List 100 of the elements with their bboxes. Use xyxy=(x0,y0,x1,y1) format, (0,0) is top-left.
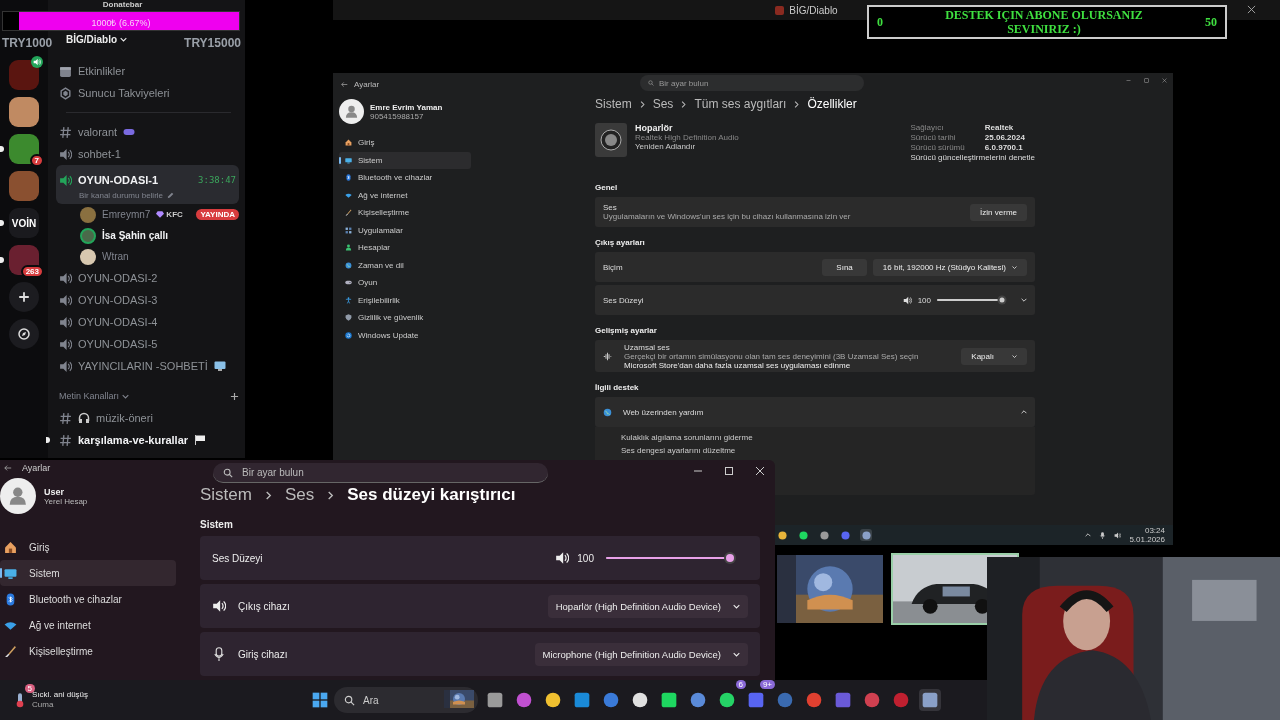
taskbar-app[interactable] xyxy=(860,529,872,541)
info-label: Sürücü tarihi xyxy=(910,133,957,143)
call-duration: 3:38:47 xyxy=(198,175,236,185)
nav-item[interactable]: Hesaplar xyxy=(339,239,471,257)
breadcrumb-item[interactable]: Ses xyxy=(284,485,315,505)
help-expander[interactable]: Web üzerinden yardım xyxy=(595,397,1035,427)
goal-message: DESTEK IÇIN ABONE OLURSANIZ SEVINIRIZ :) xyxy=(944,8,1144,36)
close-icon[interactable] xyxy=(755,466,765,476)
channel-name[interactable]: YAYINCILARIN -SOHBETİ xyxy=(78,360,208,372)
close-icon[interactable] xyxy=(1247,5,1256,14)
server-icon[interactable]: VOİN xyxy=(9,208,39,238)
deny-button[interactable]: İzin verme xyxy=(970,203,1027,221)
channel-name[interactable]: OYUN-ODASI-2 xyxy=(78,272,158,284)
channel-name[interactable]: valorant xyxy=(78,126,118,138)
nav-item[interactable]: Erişilebilirlik xyxy=(339,291,471,309)
explore-button[interactable] xyxy=(9,319,39,349)
nav-item[interactable]: Ağ ve internet xyxy=(0,612,176,638)
person-icon xyxy=(345,244,352,252)
test-button[interactable]: Sına xyxy=(822,258,867,276)
windows-start-icon[interactable] xyxy=(312,692,328,708)
add-icon[interactable] xyxy=(230,391,239,401)
weather-title: Sıckl. ani düşüş xyxy=(32,690,89,700)
microphone-icon[interactable] xyxy=(1099,531,1107,539)
server-name[interactable]: BİG/Diablo xyxy=(66,34,118,45)
nav-item[interactable]: Oyun xyxy=(339,274,471,292)
breadcrumb-item: Ses düzeyi karıştırıcı xyxy=(347,485,516,505)
search-field[interactable]: Bir ayar bulun xyxy=(640,75,864,91)
member-name[interactable]: Emreymn7 xyxy=(102,209,151,220)
nav-item[interactable]: Giriş xyxy=(339,134,471,152)
breadcrumb-item[interactable]: Sistem xyxy=(595,97,632,111)
device-dropdown[interactable]: Hoparlör (High Definition Audio Device) xyxy=(547,594,748,618)
help-link[interactable]: Kulaklık algılama sorunlarını giderme xyxy=(621,433,1009,442)
search-field[interactable]: Bir ayar bulun xyxy=(213,463,548,483)
wifi-icon xyxy=(345,191,352,199)
breadcrumb-item[interactable]: Ses xyxy=(652,97,674,111)
nav-item[interactable]: Kişiselleştirme xyxy=(339,204,471,222)
back-icon[interactable] xyxy=(341,80,348,88)
nav-item[interactable]: Kişiselleştirme xyxy=(0,638,176,664)
notification-badge: 5 xyxy=(24,684,35,693)
speaker-drawing xyxy=(595,123,627,157)
taskbar-app[interactable] xyxy=(797,529,809,541)
brush-icon xyxy=(345,209,352,217)
slider-thumb[interactable] xyxy=(726,554,734,562)
nav-item[interactable]: Sistem xyxy=(339,151,471,169)
channel-name[interactable]: müzik-öneri xyxy=(96,412,153,424)
channel-name[interactable]: Sunucu Takviyeleri xyxy=(78,87,170,99)
driver-update-link[interactable]: Sürücü güncelleştirmelerini denetle xyxy=(910,153,1035,163)
back-icon[interactable] xyxy=(4,463,12,472)
channel-name[interactable]: sohbet-1 xyxy=(78,148,121,160)
member-name[interactable]: Wtran xyxy=(102,251,129,262)
nav-item[interactable]: Windows Update xyxy=(339,326,471,344)
category-label[interactable]: Metin Kanalları xyxy=(59,391,120,401)
channel-name[interactable]: Etkinlikler xyxy=(78,65,126,77)
spatial-dropdown[interactable]: Kapalı xyxy=(961,347,1027,365)
selected-channel-background[interactable]: OYUN-ODASI-1 3:38:47 Bir kanal durumu belirle xyxy=(56,165,239,204)
taskbar-app[interactable] xyxy=(919,689,941,711)
monitor-icon xyxy=(4,566,17,580)
bluetooth-icon xyxy=(345,174,352,182)
info-label: Sağlayıcı xyxy=(910,123,945,133)
channel-name[interactable]: OYUN-ODASI-1 xyxy=(78,174,159,186)
add-server-button[interactable] xyxy=(9,282,39,312)
format-dropdown[interactable]: 16 bit, 192000 Hz (Stüdyo Kalitesi) xyxy=(872,258,1027,276)
channel-name[interactable]: OYUN-ODASI-5 xyxy=(78,338,158,350)
nav-item[interactable]: Bluetooth ve cihazlar xyxy=(339,169,471,187)
user-avatar xyxy=(0,478,36,514)
chevron-icon xyxy=(1012,353,1017,359)
nav-item[interactable]: Giriş xyxy=(0,534,176,560)
nav-item[interactable]: Gizlilik ve güvenlik xyxy=(339,309,471,327)
slider-thumb[interactable] xyxy=(999,297,1005,303)
breadcrumb-item[interactable]: Sistem xyxy=(200,485,252,505)
nav-item[interactable]: Bluetooth ve cihazlar xyxy=(0,586,176,612)
calendar-icon xyxy=(59,64,72,78)
pencil-icon[interactable] xyxy=(167,192,175,199)
device-dropdown[interactable]: Microphone (High Definition Audio Device) xyxy=(534,642,748,666)
maximize-icon[interactable] xyxy=(724,466,734,476)
nav-item[interactable]: Uygulamalar xyxy=(339,221,471,239)
mention-badge: 7 xyxy=(29,154,44,167)
headphones-icon xyxy=(78,412,90,424)
info-label: Sürücü sürümü xyxy=(910,143,966,153)
server-icon[interactable] xyxy=(9,97,39,127)
speaker-icon xyxy=(59,359,72,373)
channel-name[interactable]: karşılama-ve-kurallar xyxy=(78,434,189,446)
store-link[interactable]: Microsoft Store'dan daha fazla uzamsal ses uygulaması edinme xyxy=(624,360,919,370)
taskbar-app[interactable] xyxy=(818,529,830,541)
speaker-icon xyxy=(59,271,72,285)
section-title: İlgili destek xyxy=(595,383,640,392)
minimize-icon[interactable] xyxy=(1126,78,1131,83)
channel-status[interactable]: Bir kanal durumu belirle xyxy=(79,191,164,200)
nav-item[interactable]: Zaman ve dil xyxy=(339,256,471,274)
nav-item[interactable]: Ağ ve internet xyxy=(339,186,471,204)
channel-name[interactable]: OYUN-ODASI-3 xyxy=(78,294,158,306)
taskbar-app[interactable] xyxy=(776,529,788,541)
device-driver: Realtek High Definition Audio xyxy=(635,133,739,142)
rename-link[interactable]: Yeniden Adlandır xyxy=(635,142,739,151)
taskbar-search[interactable]: Ara xyxy=(334,687,478,713)
nav-item[interactable]: Sistem xyxy=(0,560,176,586)
channel-name[interactable]: OYUN-ODASI-4 xyxy=(78,316,158,328)
breadcrumb-item[interactable]: Tüm ses aygıtları xyxy=(694,97,787,111)
help-link[interactable]: Ses dengesi ayarlarını düzeltme xyxy=(621,446,1009,455)
member-name[interactable]: İsa Şahin çallı xyxy=(102,230,169,241)
